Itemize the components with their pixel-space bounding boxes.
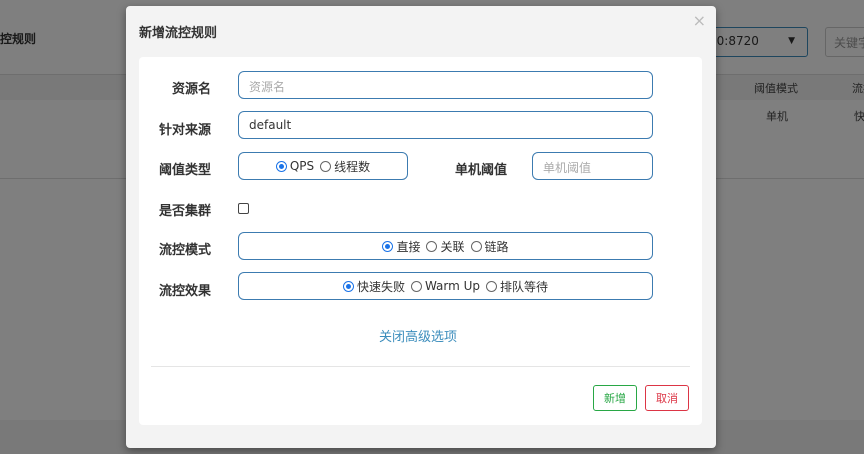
radio-qps[interactable]: QPS bbox=[275, 159, 315, 173]
single-threshold-label: 单机阈值 bbox=[454, 163, 507, 178]
radio-chain-label: 链路 bbox=[484, 239, 509, 254]
radio-selected-icon bbox=[382, 240, 394, 252]
resource-name-label: 资源名 bbox=[171, 82, 211, 97]
radio-fail-fast[interactable]: 快速失败 bbox=[342, 278, 405, 295]
radio-direct[interactable]: 直接 bbox=[382, 238, 420, 255]
radio-warm-up-label: Warm Up bbox=[424, 279, 481, 293]
divider bbox=[151, 366, 690, 367]
radio-selected-icon bbox=[275, 160, 287, 172]
radio-thread-count-label: 线程数 bbox=[334, 159, 371, 174]
threshold-type-radio-group: QPS 线程数 bbox=[238, 152, 408, 180]
close-icon[interactable]: × bbox=[693, 11, 706, 30]
dialog-title: 新增流控规则 bbox=[139, 26, 218, 41]
radio-warm-up[interactable]: Warm Up bbox=[410, 279, 481, 293]
resource-name-input[interactable]: 资源名 bbox=[238, 71, 653, 99]
origin-label: 针对来源 bbox=[158, 123, 211, 138]
radio-chain[interactable]: 链路 bbox=[470, 238, 509, 255]
toggle-advanced-options-link[interactable]: 关闭高级选项 bbox=[379, 326, 457, 345]
radio-relate[interactable]: 关联 bbox=[426, 238, 465, 255]
radio-unselected-icon bbox=[470, 240, 482, 252]
radio-selected-icon bbox=[342, 280, 354, 292]
flow-effect-label: 流控效果 bbox=[158, 284, 211, 299]
radio-unselected-icon bbox=[410, 280, 422, 292]
radio-qps-label: QPS bbox=[289, 159, 315, 173]
cancel-button[interactable]: 取消 bbox=[645, 385, 689, 411]
cluster-label: 是否集群 bbox=[158, 204, 211, 219]
radio-thread-count[interactable]: 线程数 bbox=[320, 158, 370, 175]
threshold-type-label: 阈值类型 bbox=[158, 163, 211, 178]
flow-effect-radio-group: 快速失败 Warm Up 排队等待 bbox=[238, 272, 653, 300]
radio-queue-label: 排队等待 bbox=[500, 279, 549, 294]
add-button[interactable]: 新增 bbox=[593, 385, 637, 411]
flow-mode-radio-group: 直接 关联 链路 bbox=[238, 232, 653, 260]
cluster-checkbox[interactable] bbox=[238, 203, 249, 214]
origin-input[interactable]: default bbox=[238, 111, 653, 139]
radio-fail-fast-label: 快速失败 bbox=[356, 279, 405, 294]
flow-mode-label: 流控模式 bbox=[158, 243, 211, 258]
add-flow-rule-dialog: 新增流控规则 × 资源名 资源名 针对来源 default 阈值类型 QPS 线… bbox=[126, 6, 716, 448]
radio-relate-label: 关联 bbox=[440, 239, 465, 254]
radio-unselected-icon bbox=[426, 240, 438, 252]
radio-unselected-icon bbox=[320, 160, 332, 172]
radio-direct-label: 直接 bbox=[396, 239, 421, 254]
form-panel: 资源名 资源名 针对来源 default 阈值类型 QPS 线程数 单机阈值 单… bbox=[139, 57, 702, 425]
radio-unselected-icon bbox=[486, 280, 498, 292]
single-threshold-input[interactable]: 单机阈值 bbox=[532, 152, 653, 180]
radio-queue[interactable]: 排队等待 bbox=[486, 278, 548, 295]
